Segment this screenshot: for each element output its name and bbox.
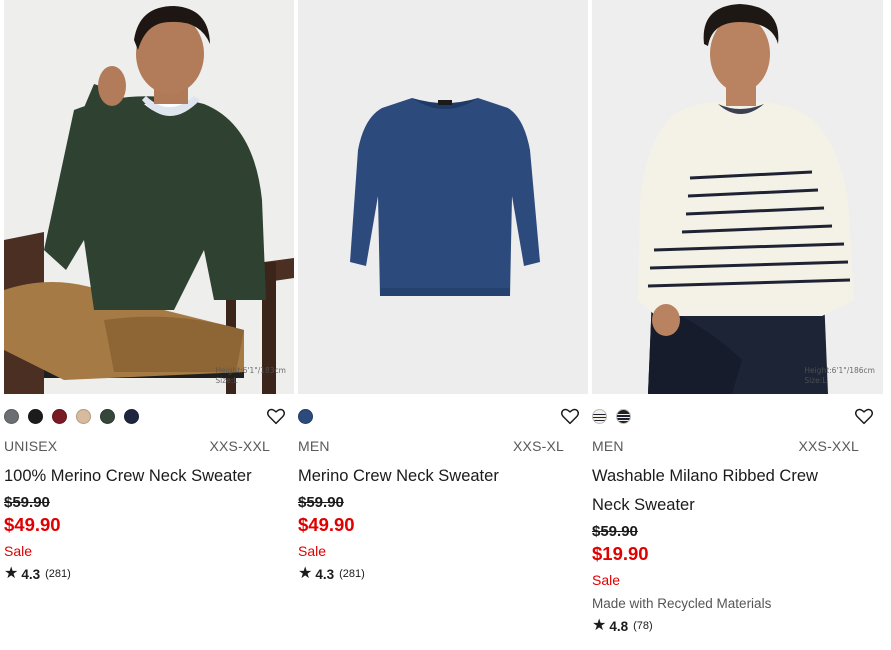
product-name[interactable]: Merino Crew Neck Sweater xyxy=(298,462,568,491)
sale-price: $19.90 xyxy=(592,543,649,564)
star-icon: ★ xyxy=(4,565,19,582)
model-photo-striped-sweater xyxy=(592,0,883,394)
swatch-navy[interactable] xyxy=(124,408,139,424)
product-card-merino-unisex[interactable]: Height:6'1"/183cm Size:L UNISEX XXS-XXL … xyxy=(4,0,294,582)
product-name[interactable]: Washable Milano Ribbed Crew Neck Sweater xyxy=(592,462,832,520)
rating-score: 4.8 xyxy=(609,618,629,634)
product-name[interactable]: 100% Merino Crew Neck Sweater xyxy=(4,462,274,491)
product-image[interactable]: Height:6'1"/186cm Size:L xyxy=(592,0,883,394)
gender-label: MEN xyxy=(298,438,330,454)
size-range: XXS-XXL xyxy=(209,438,270,454)
heart-outline-icon[interactable] xyxy=(854,407,874,425)
swatch-dark-green[interactable] xyxy=(100,408,115,424)
model-photo-green-sweater xyxy=(4,0,294,394)
heart-outline-icon[interactable] xyxy=(560,407,580,425)
sale-flag: Sale xyxy=(4,543,33,559)
sale-flag: Sale xyxy=(592,572,621,588)
original-price: $59.90 xyxy=(4,494,50,511)
rating-score: 4.3 xyxy=(315,566,335,582)
rating-score: 4.3 xyxy=(21,566,41,582)
original-price: $59.90 xyxy=(592,523,638,540)
product-card-merino-men[interactable]: MEN XXS-XL Merino Crew Neck Sweater $59.… xyxy=(298,0,588,582)
product-image[interactable] xyxy=(298,0,588,394)
size-range: XXS-XXL xyxy=(798,438,859,454)
gender-label: UNISEX xyxy=(4,438,58,454)
product-meta: MEN XXS-XL xyxy=(298,438,564,454)
product-rating: ★ 4.3 (281) xyxy=(298,566,365,582)
heart-outline-icon[interactable] xyxy=(266,407,286,425)
swatch-blue[interactable] xyxy=(298,408,313,424)
swatch-gray[interactable] xyxy=(4,408,19,424)
review-count: (281) xyxy=(45,568,71,580)
sale-price: $49.90 xyxy=(4,514,61,535)
swatch-navy-stripe[interactable] xyxy=(616,408,631,424)
product-card-milano-ribbed[interactable]: Height:6'1"/186cm Size:L MEN XXS-XXL Was… xyxy=(592,0,883,634)
size-range: XXS-XL xyxy=(513,438,564,454)
review-count: (78) xyxy=(633,620,653,632)
color-swatches xyxy=(298,406,313,426)
product-meta: MEN XXS-XXL xyxy=(592,438,859,454)
flat-lay-navy-sweater xyxy=(298,0,588,394)
swatch-black[interactable] xyxy=(28,408,43,424)
model-info-note: Height:6'1"/183cm Size:L xyxy=(215,366,286,385)
sale-flag: Sale xyxy=(298,543,327,559)
review-count: (281) xyxy=(339,568,365,580)
recycled-materials-note: Made with Recycled Materials xyxy=(592,596,772,611)
star-icon: ★ xyxy=(592,617,607,634)
color-swatches xyxy=(592,406,631,426)
star-icon: ★ xyxy=(298,565,313,582)
gender-label: MEN xyxy=(592,438,624,454)
model-info-note: Height:6'1"/186cm Size:L xyxy=(804,366,875,385)
product-rating: ★ 4.8 (78) xyxy=(592,618,653,634)
product-image[interactable]: Height:6'1"/183cm Size:L xyxy=(4,0,294,394)
original-price: $59.90 xyxy=(298,494,344,511)
product-rating: ★ 4.3 (281) xyxy=(4,566,71,582)
swatch-beige[interactable] xyxy=(76,408,91,424)
swatch-wine[interactable] xyxy=(52,408,67,424)
sale-price: $49.90 xyxy=(298,514,355,535)
swatch-off-white-stripe[interactable] xyxy=(592,408,607,424)
product-meta: UNISEX XXS-XXL xyxy=(4,438,270,454)
color-swatches xyxy=(4,406,139,426)
